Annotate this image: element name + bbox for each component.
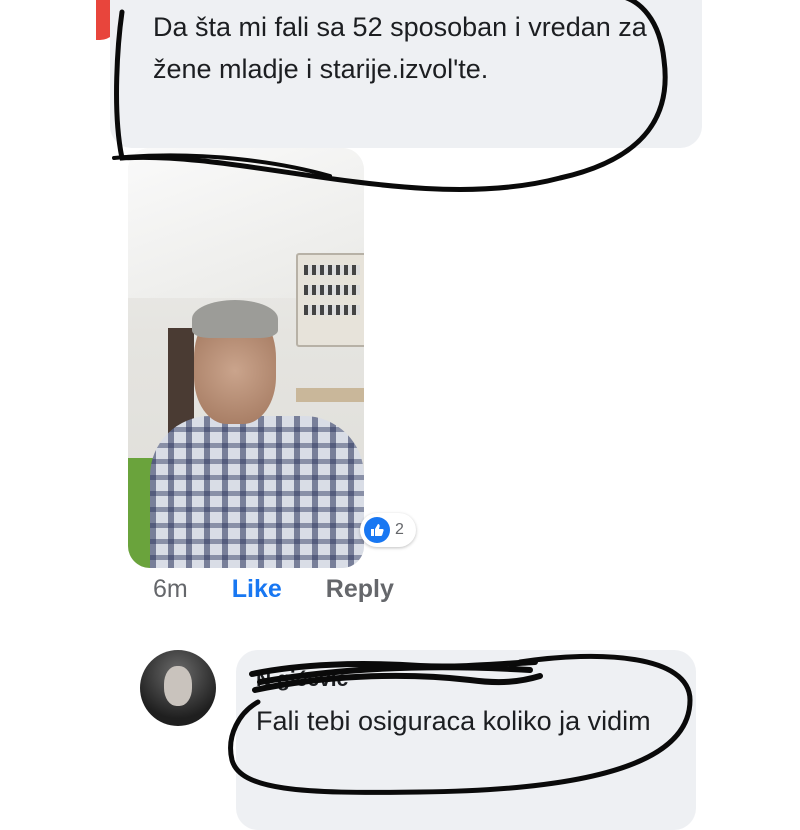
annotation-loop-top <box>114 0 668 192</box>
annotation-name-scribble <box>249 659 543 693</box>
hand-drawn-annotations <box>112 0 693 795</box>
